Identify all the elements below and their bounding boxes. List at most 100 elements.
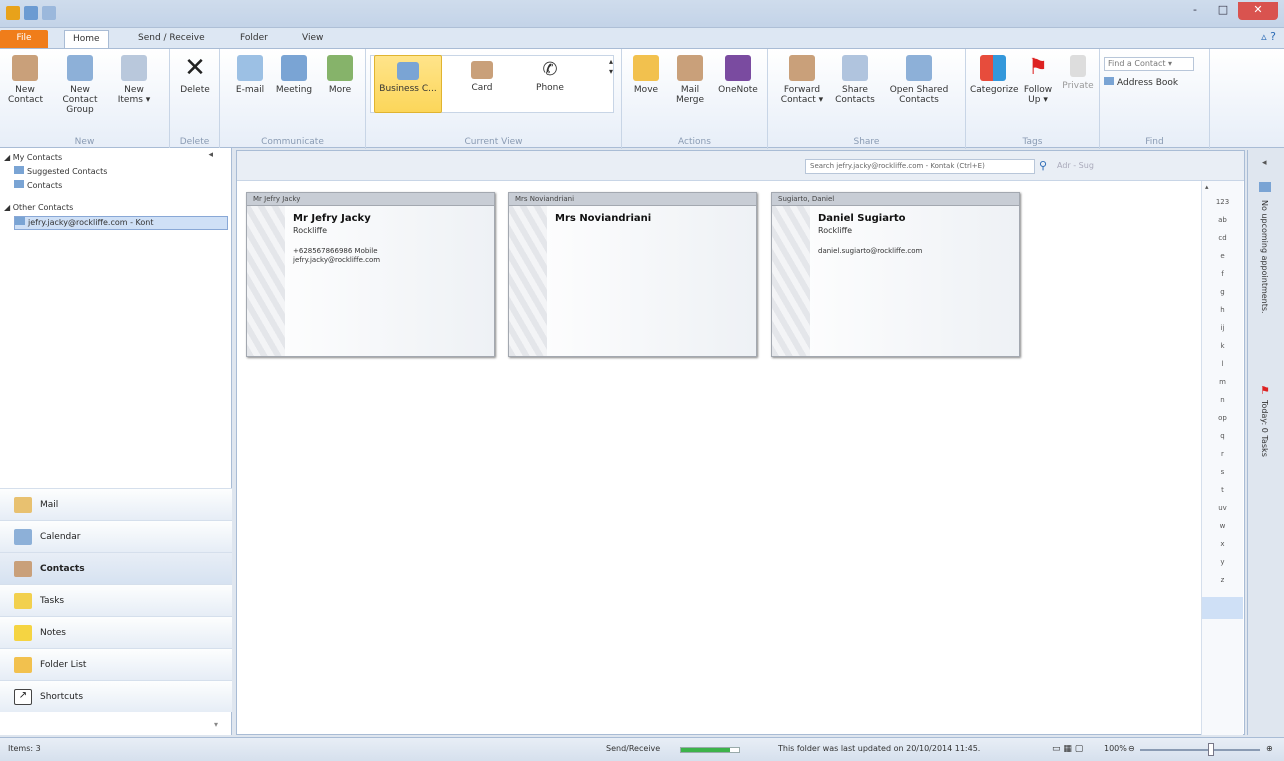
- close-button[interactable]: ✕: [1238, 2, 1278, 20]
- zoom-slider[interactable]: [1140, 749, 1260, 751]
- search-input[interactable]: Search jefry.jacky@rockliffe.com - Konta…: [805, 159, 1035, 174]
- alpha-index-item[interactable]: m: [1202, 373, 1243, 391]
- nav-shortcuts[interactable]: ↗ Shortcuts: [0, 680, 232, 712]
- delete-button[interactable]: ✕ Delete: [178, 55, 212, 95]
- maximize-button[interactable]: □: [1210, 2, 1236, 20]
- follow-up-button[interactable]: ⚑ Follow Up ▾: [1018, 55, 1058, 105]
- alpha-index-item[interactable]: ij: [1202, 319, 1243, 337]
- tree-suggested-contacts[interactable]: Suggested Contacts: [14, 166, 107, 178]
- nav-tasks[interactable]: Tasks: [0, 584, 232, 616]
- alpha-index-item[interactable]: r: [1202, 445, 1243, 463]
- outlook-app-icon[interactable]: [6, 6, 20, 20]
- contact-card[interactable]: Mrs Noviandriani Mrs Noviandriani: [508, 192, 757, 357]
- send-receive-status[interactable]: Send/Receive: [606, 744, 660, 753]
- title-bar: - □ ✕: [0, 0, 1284, 28]
- new-contact-group-button[interactable]: New Contact Group: [54, 55, 106, 115]
- nav-calendar[interactable]: Calendar: [0, 520, 232, 552]
- alpha-index-item[interactable]: e: [1202, 247, 1243, 265]
- alpha-index-item[interactable]: z: [1202, 571, 1243, 589]
- address-book-button[interactable]: Address Book: [1104, 77, 1204, 88]
- phone-view-button[interactable]: ✆ Phone: [526, 55, 574, 94]
- notes-icon: [14, 624, 32, 641]
- meeting-button[interactable]: Meeting: [272, 55, 316, 95]
- tab-file[interactable]: File: [0, 30, 48, 48]
- tab-send-receive[interactable]: Send / Receive: [130, 30, 213, 48]
- nav-folder-list[interactable]: Folder List: [0, 648, 232, 680]
- new-contact-button[interactable]: New Contact: [8, 55, 43, 105]
- collapse-nav-pane-button[interactable]: ◂: [208, 150, 213, 160]
- mail-merge-button[interactable]: Mail Merge: [670, 55, 710, 105]
- phone-icon: ✆: [542, 59, 558, 80]
- business-card-view-button[interactable]: Business C...: [374, 55, 442, 113]
- people-pane-icon[interactable]: [1202, 597, 1243, 619]
- tree-my-contacts[interactable]: ◢ My Contacts: [4, 152, 62, 164]
- upcoming-appointments-label[interactable]: No upcoming appointments.: [1260, 200, 1269, 314]
- alpha-index-item[interactable]: l: [1202, 355, 1243, 373]
- new-items-button[interactable]: New Items ▾: [112, 55, 156, 105]
- minimize-button[interactable]: -: [1182, 2, 1208, 20]
- card-view-icon: [471, 61, 493, 79]
- alpha-index-item[interactable]: cd: [1202, 229, 1243, 247]
- nav-contacts[interactable]: Contacts: [0, 552, 232, 584]
- share-contacts-button[interactable]: Share Contacts: [832, 55, 878, 105]
- alpha-index-item[interactable]: f: [1202, 265, 1243, 283]
- search-address-label: Adr - Sug: [1057, 161, 1094, 170]
- tab-folder[interactable]: Folder: [232, 30, 276, 48]
- alpha-index-item[interactable]: y: [1202, 553, 1243, 571]
- zoom-out-button[interactable]: ⊖: [1128, 744, 1135, 753]
- more-button[interactable]: More: [320, 55, 360, 95]
- alpha-index-item[interactable]: q: [1202, 427, 1243, 445]
- undo-quick-icon[interactable]: [42, 6, 56, 20]
- alpha-index-item[interactable]: op: [1202, 409, 1243, 427]
- tab-view[interactable]: View: [294, 30, 331, 48]
- contact-card[interactable]: Sugiarto, Daniel Daniel Sugiarto Rocklif…: [771, 192, 1020, 357]
- search-icon[interactable]: ⚲: [1039, 159, 1047, 172]
- alpha-index-item[interactable]: t: [1202, 481, 1243, 499]
- today-tasks-label[interactable]: Today: 0 Tasks: [1260, 400, 1269, 457]
- alpha-index-item[interactable]: 123: [1202, 193, 1243, 211]
- tree-shared-contacts-selected[interactable]: jefry.jacky@rockliffe.com - Kont: [14, 216, 228, 230]
- zoom-in-button[interactable]: ⊕: [1266, 744, 1273, 753]
- email-button[interactable]: E-mail: [230, 55, 270, 95]
- categorize-button[interactable]: Categorize: [970, 55, 1019, 95]
- alpha-index-item[interactable]: k: [1202, 337, 1243, 355]
- view-shortcut-icons[interactable]: ▭ ▦ ▢: [1052, 744, 1083, 754]
- move-button[interactable]: Move: [628, 55, 664, 95]
- alpha-index-item[interactable]: uv: [1202, 499, 1243, 517]
- contact-name: Daniel Sugiarto: [818, 213, 906, 224]
- card-header: Sugiarto, Daniel: [772, 193, 1019, 206]
- tree-other-contacts[interactable]: ◢ Other Contacts: [4, 202, 73, 214]
- zoom-level[interactable]: 100%: [1104, 744, 1127, 753]
- onenote-button[interactable]: OneNote: [716, 55, 760, 95]
- group-actions-label: Actions: [678, 137, 711, 147]
- alpha-index-item[interactable]: n: [1202, 391, 1243, 409]
- alpha-index-item[interactable]: x: [1202, 535, 1243, 553]
- help-icon[interactable]: ▵ ?: [1261, 30, 1276, 43]
- alpha-index-item[interactable]: ab: [1202, 211, 1243, 229]
- alpha-index-item[interactable]: g: [1202, 283, 1243, 301]
- find-contact-input[interactable]: Find a Contact ▾: [1104, 57, 1194, 71]
- contact-card[interactable]: Mr Jefry Jacky Mr Jefry Jacky Rockliffe …: [246, 192, 495, 357]
- expand-todo-bar-button[interactable]: ◂: [1262, 158, 1267, 168]
- send-receive-quick-icon[interactable]: [24, 6, 38, 20]
- scroll-up-button[interactable]: ▴: [1202, 181, 1243, 193]
- tab-home[interactable]: Home: [64, 30, 109, 48]
- flag-icon: ⚑: [1260, 384, 1270, 397]
- alpha-index-item[interactable]: w: [1202, 517, 1243, 535]
- zoom-slider-thumb[interactable]: [1208, 743, 1214, 756]
- configure-buttons-icon[interactable]: ▾: [214, 720, 218, 729]
- nav-notes[interactable]: Notes: [0, 616, 232, 648]
- private-button[interactable]: Private: [1060, 55, 1096, 91]
- open-shared-contacts-icon: [906, 55, 932, 81]
- onenote-icon: [725, 55, 751, 81]
- alpha-index-item[interactable]: s: [1202, 463, 1243, 481]
- card-view-button[interactable]: Card: [458, 55, 506, 93]
- tree-contacts[interactable]: Contacts: [14, 180, 62, 192]
- nav-mail[interactable]: Mail: [0, 488, 232, 520]
- open-shared-contacts-button[interactable]: Open Shared Contacts: [880, 55, 958, 105]
- view-gallery-scroll[interactable]: ▴ ▾: [606, 57, 616, 77]
- forward-contact-button[interactable]: Forward Contact ▾: [774, 55, 830, 105]
- send-receive-progress: [680, 747, 740, 753]
- group-current-view: Business C... Card ✆ Phone ▴ ▾ Current Vie…: [366, 49, 622, 149]
- alpha-index-item[interactable]: h: [1202, 301, 1243, 319]
